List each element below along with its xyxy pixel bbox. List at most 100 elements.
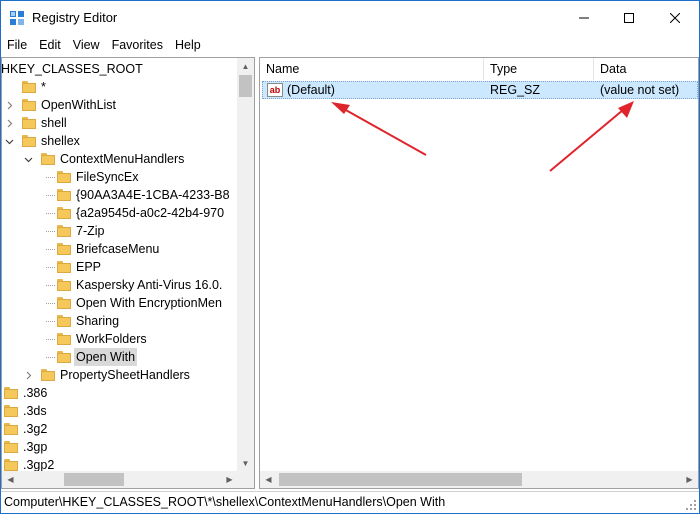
tree-node[interactable]: EPP [2, 258, 238, 276]
tree-node[interactable]: .386 [2, 384, 238, 402]
folder-icon [57, 297, 71, 309]
status-bar: Computer\HKEY_CLASSES_ROOT\*\shellex\Con… [1, 491, 699, 513]
chevron-right-icon[interactable] [4, 99, 14, 111]
menu-help[interactable]: Help [169, 35, 207, 56]
tree-node-label: .3gp [23, 440, 48, 454]
minimize-button[interactable] [561, 1, 607, 35]
tree-node-label: shellex [41, 134, 80, 148]
key-tree-pane: HKEY_CLASSES_ROOT * OpenWithList shell shell… [1, 57, 255, 489]
value-data: (value not set) [600, 83, 680, 97]
menu-view[interactable]: View [67, 35, 106, 56]
tree-node-label: HKEY_CLASSES_ROOT [2, 62, 143, 76]
tree-node-label: Open With [74, 348, 138, 366]
folder-icon [57, 189, 71, 201]
tree-node-label: PropertySheetHandlers [60, 368, 190, 382]
tree-node-label: BriefcaseMenu [76, 242, 160, 256]
column-header-type[interactable]: Type [484, 58, 594, 80]
tree-node[interactable]: HKEY_CLASSES_ROOT [2, 60, 238, 78]
chevron-right-icon[interactable] [23, 369, 33, 381]
tree-node-label: {a2a9545d-a0c2-42b4-970 [76, 206, 225, 220]
folder-icon [57, 261, 71, 273]
folder-icon [57, 315, 71, 327]
tree-node-label: Open With EncryptionMen [76, 296, 222, 310]
scroll-up-arrow-icon[interactable]: ▲ [237, 58, 254, 75]
tree-node[interactable]: Kaspersky Anti-Virus 16.0. [2, 276, 238, 294]
title-bar[interactable]: Registry Editor [1, 1, 699, 35]
tree-connector [46, 339, 55, 340]
menu-favorites[interactable]: Favorites [106, 35, 169, 56]
tree-node-label: OpenWithList [41, 98, 117, 112]
tree-node[interactable]: shell [2, 114, 238, 132]
tree-connector [46, 249, 55, 250]
tree-node-label: shell [41, 116, 67, 130]
maximize-button[interactable] [606, 1, 652, 35]
value-name: (Default) [287, 83, 335, 97]
tree-node[interactable]: Open With EncryptionMen [2, 294, 238, 312]
tree-connector [46, 357, 55, 358]
folder-icon [22, 81, 36, 93]
tree-node[interactable]: {90AA3A4E-1CBA-4233-B8 [2, 186, 238, 204]
values-hscroll-thumb[interactable] [279, 473, 522, 486]
tree-node[interactable]: .3gp2 [2, 456, 238, 472]
tree-node[interactable]: Open With [2, 348, 238, 366]
tree-node[interactable]: WorkFolders [2, 330, 238, 348]
tree-node[interactable]: * [2, 78, 238, 96]
tree-node[interactable]: Sharing [2, 312, 238, 330]
resize-grip-icon[interactable] [685, 499, 697, 511]
chevron-down-icon[interactable] [23, 153, 33, 165]
tree-node[interactable]: OpenWithList [2, 96, 238, 114]
tree-hscroll-thumb[interactable] [64, 473, 124, 486]
scroll-down-arrow-icon[interactable]: ▼ [237, 455, 254, 472]
tree-node-label: EPP [76, 260, 102, 274]
scroll-right-arrow-icon[interactable]: ▶ [681, 471, 698, 488]
folder-icon [4, 423, 18, 435]
tree-node[interactable]: 7-Zip [2, 222, 238, 240]
folder-icon [57, 279, 71, 291]
folder-icon [41, 153, 55, 165]
folder-icon [4, 441, 18, 453]
tree-node[interactable]: FileSyncEx [2, 168, 238, 186]
chevron-right-icon[interactable] [4, 117, 14, 129]
tree-node[interactable]: shellex [2, 132, 238, 150]
tree-node-label: .386 [23, 386, 48, 400]
tree-node[interactable]: ContextMenuHandlers [2, 150, 238, 168]
tree-horizontal-scrollbar[interactable]: ◀ ▶ [2, 471, 238, 488]
column-header-data[interactable]: Data [594, 58, 698, 80]
tree-connector [46, 321, 55, 322]
tree-connector [46, 195, 55, 196]
folder-icon [22, 135, 36, 147]
tree-node-label: .3gp2 [23, 458, 55, 472]
folder-icon [4, 459, 18, 471]
tree-node-label: * [41, 80, 46, 94]
tree-connector [46, 231, 55, 232]
folder-icon [57, 207, 71, 219]
values-horizontal-scrollbar[interactable]: ◀ ▶ [260, 471, 698, 488]
tree-node-label: .3ds [23, 404, 47, 418]
tree-node[interactable]: .3g2 [2, 420, 238, 438]
key-tree: HKEY_CLASSES_ROOT * OpenWithList shell shell… [2, 58, 238, 472]
value-type: REG_SZ [490, 83, 541, 97]
column-headers: Name Type Data [260, 58, 698, 80]
scrollbar-corner [237, 471, 254, 488]
column-header-name[interactable]: Name [260, 58, 484, 80]
scroll-left-arrow-icon[interactable]: ◀ [260, 471, 277, 488]
tree-connector [46, 213, 55, 214]
menu-file[interactable]: File [1, 35, 33, 56]
tree-node[interactable]: .3gp [2, 438, 238, 456]
window-title: Registry Editor [32, 10, 118, 25]
scroll-left-arrow-icon[interactable]: ◀ [2, 471, 19, 488]
tree-node[interactable]: {a2a9545d-a0c2-42b4-970 [2, 204, 238, 222]
value-row[interactable]: ab (Default) REG_SZ (value not set) [262, 81, 698, 99]
chevron-down-icon[interactable] [4, 135, 14, 147]
tree-node[interactable]: .3ds [2, 402, 238, 420]
tree-connector [46, 285, 55, 286]
tree-connector [46, 303, 55, 304]
close-button[interactable] [652, 1, 698, 35]
scroll-right-arrow-icon[interactable]: ▶ [221, 471, 238, 488]
menu-edit[interactable]: Edit [33, 35, 67, 56]
tree-vscroll-thumb[interactable] [239, 75, 252, 97]
tree-node[interactable]: BriefcaseMenu [2, 240, 238, 258]
tree-vertical-scrollbar[interactable]: ▲ ▼ [237, 58, 254, 472]
tree-node[interactable]: PropertySheetHandlers [2, 366, 238, 384]
